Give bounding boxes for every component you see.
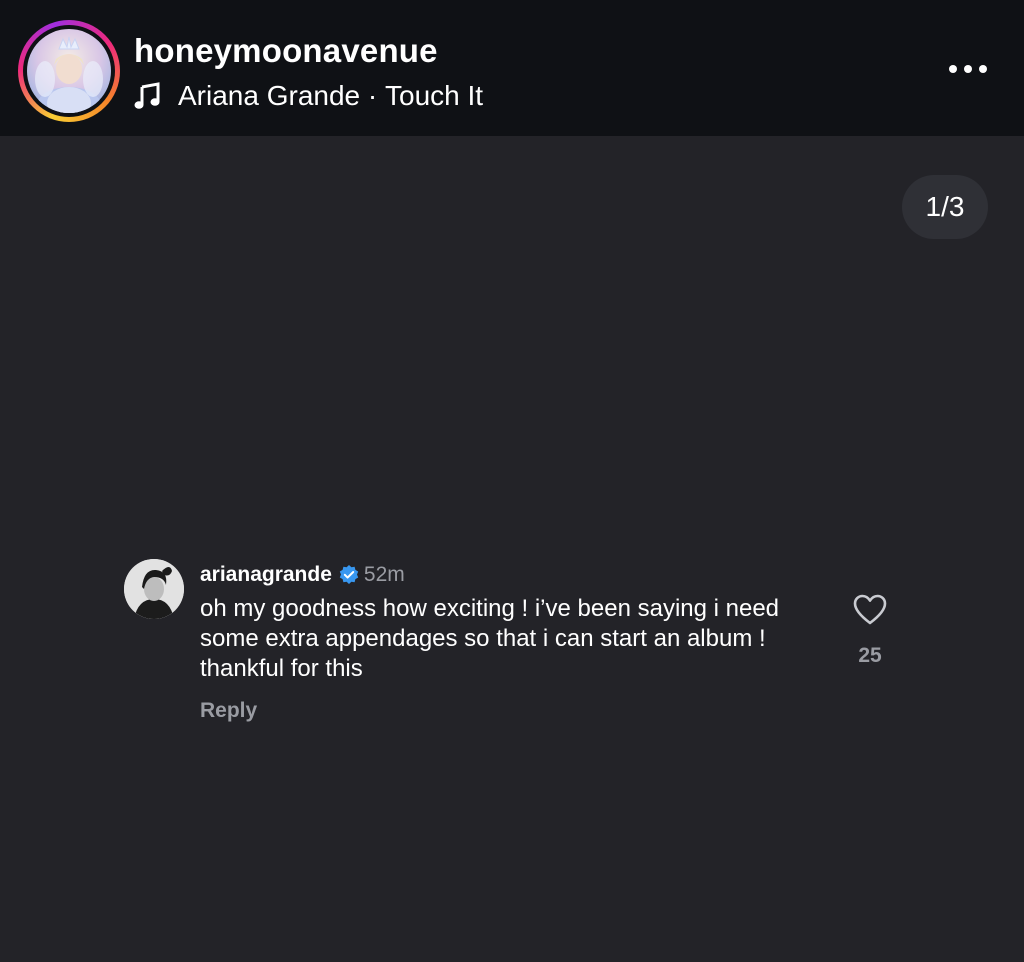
music-attribution[interactable]: Ariana Grande · Touch It bbox=[134, 78, 483, 114]
heart-outline-icon bbox=[853, 594, 887, 625]
music-artist: Ariana Grande bbox=[178, 80, 361, 111]
comment-avatar-photo bbox=[124, 559, 184, 619]
like-button[interactable] bbox=[852, 592, 888, 628]
verified-badge-icon bbox=[338, 564, 360, 586]
post-username[interactable]: honeymoonavenue bbox=[134, 32, 438, 70]
comment-avatar[interactable] bbox=[124, 559, 184, 619]
profile-photo-illustration bbox=[35, 36, 103, 113]
story-avatar[interactable] bbox=[18, 20, 120, 122]
comment-header: arianagrande 52m bbox=[200, 561, 405, 589]
music-separator: · bbox=[360, 80, 385, 111]
more-options-button[interactable] bbox=[940, 54, 996, 84]
post-header: honeymoonavenue Ariana Grande · Touch It bbox=[0, 0, 1024, 136]
profile-photo bbox=[27, 29, 111, 113]
comment-timestamp: 52m bbox=[363, 563, 405, 586]
music-track: Touch It bbox=[385, 80, 484, 111]
reply-button[interactable]: Reply bbox=[200, 699, 257, 723]
music-note-icon bbox=[134, 82, 160, 110]
comment-username[interactable]: arianagrande bbox=[200, 563, 332, 587]
carousel-counter: 1/3 bbox=[902, 175, 988, 239]
like-count: 25 bbox=[858, 644, 882, 667]
post-view: honeymoonavenue Ariana Grande · Touch It… bbox=[0, 0, 1024, 962]
more-horizontal-icon bbox=[949, 65, 957, 73]
comment-text: oh my goodness how exciting ! i’ve been … bbox=[200, 595, 780, 682]
